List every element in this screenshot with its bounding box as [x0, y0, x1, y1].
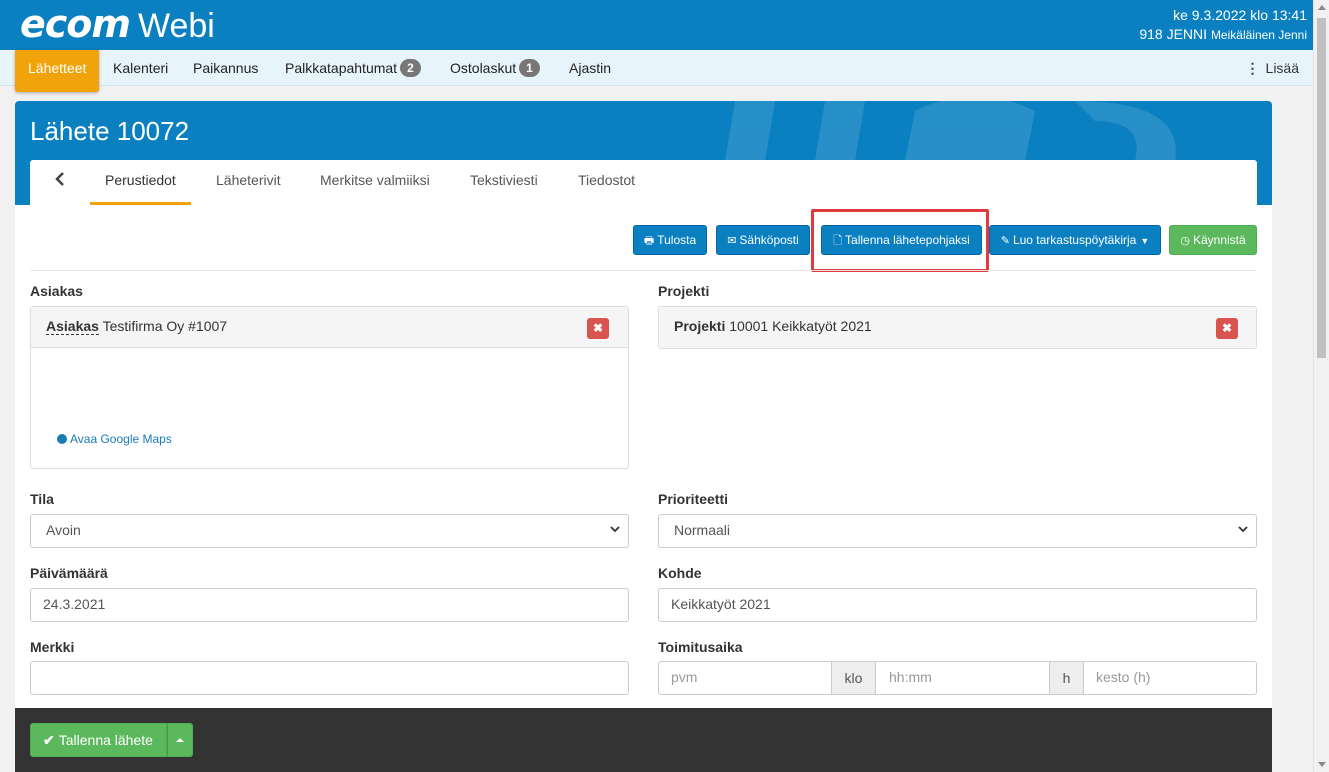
user-name: Meikäläinen Jenni [1210, 28, 1307, 42]
product-name: Webi [138, 7, 215, 45]
status-select[interactable]: Avoin [30, 514, 629, 548]
edit-icon: ✎ [1000, 235, 1010, 247]
nav-label: Ostolaskut [450, 60, 517, 76]
remove-customer-button[interactable]: ✖ [587, 318, 609, 339]
nav-item-palkkatapahtumat[interactable]: Palkkatapahtumat 2 [285, 50, 421, 86]
checkmark-icon: ✔ [43, 732, 55, 748]
nav-item-ostolaskut[interactable]: Ostolaskut 1 [450, 50, 540, 86]
tab-tekstiviesti[interactable]: Tekstiviesti [470, 160, 538, 205]
project-value: 10001 Keikkatyöt 2021 [729, 318, 872, 334]
project-key: Projekti [674, 318, 726, 334]
customer-section-label: Asiakas [30, 283, 83, 299]
scroll-down-arrow-icon[interactable] [1318, 762, 1326, 767]
date-label: Päivämäärä [30, 565, 108, 581]
globe-icon [57, 434, 67, 444]
print-button[interactable]: 🖶 Tulosta [633, 225, 707, 255]
email-button[interactable]: ✉ Sähköposti [716, 225, 810, 255]
kebab-icon: ⋮ [1245, 60, 1260, 76]
start-button[interactable]: ◷ Käynnistä [1169, 225, 1257, 255]
more-menu[interactable]: ⋮ Lisää [1246, 50, 1299, 86]
nav-item-kalenteri[interactable]: Kalenteri [113, 50, 168, 86]
count-badge: 2 [400, 59, 421, 77]
page-scrollbar[interactable] [1313, 0, 1329, 772]
delivery-label: Toimitusaika [658, 639, 743, 655]
nav-item-lahetteet[interactable]: Lähetteet [15, 50, 100, 92]
dispatch-panel: Lähete 10072 Perustiedot Läheterivit Mer… [15, 101, 1272, 772]
delivery-date-input[interactable]: pvm [658, 661, 832, 695]
scroll-thumb[interactable] [1317, 18, 1326, 358]
project-card: Projekti 10001 Keikkatyöt 2021 ✖ [658, 306, 1257, 349]
priority-value: Normaali [674, 522, 731, 538]
tab-laheterivit[interactable]: Läheterivit [216, 160, 281, 205]
chevron-down-icon [610, 526, 620, 533]
start-label: Käynnistä [1192, 233, 1246, 247]
divider [30, 270, 1257, 271]
delivery-time-input[interactable]: hh:mm [875, 661, 1050, 695]
more-label: Lisää [1265, 60, 1299, 76]
duration-input[interactable]: kesto (h) [1083, 661, 1257, 695]
nav-item-ajastin[interactable]: Ajastin [569, 50, 611, 86]
panel-header: Lähete 10072 Perustiedot Läheterivit Mer… [15, 101, 1272, 205]
watermark-graphic [725, 101, 1176, 161]
project-card-header: Projekti 10001 Keikkatyöt 2021 [659, 307, 1256, 348]
save-dispatch-label: Tallenna lähete [58, 732, 153, 748]
tab-merkitse-valmiiksi[interactable]: Merkitse valmiiksi [320, 160, 430, 205]
nav-item-paikannus[interactable]: Paikannus [193, 50, 258, 86]
scroll-up-arrow-icon[interactable] [1318, 5, 1326, 10]
mark-input[interactable] [30, 661, 629, 695]
chevron-left-icon[interactable] [52, 171, 68, 187]
highlight-frame [811, 209, 989, 272]
printer-icon: 🖶 [643, 235, 655, 247]
user-identity[interactable]: 918 JENNI Meikäläinen Jenni [1139, 25, 1307, 45]
tab-bar: Perustiedot Läheterivit Merkitse valmiik… [30, 160, 1257, 205]
tab-perustiedot[interactable]: Perustiedot [90, 160, 191, 205]
caret-down-icon: ▼ [1140, 236, 1150, 246]
save-dispatch-button[interactable]: ✔ Tallenna lähete [30, 723, 167, 757]
tab-tiedostot[interactable]: Tiedostot [578, 160, 635, 205]
customer-card: Asiakas Testifirma Oy #1007 ✖ Avaa Googl… [30, 306, 629, 469]
clock-icon: ◷ [1180, 235, 1190, 247]
footer-bar: ✔ Tallenna lähete [15, 708, 1272, 772]
customer-key[interactable]: Asiakas [46, 318, 99, 335]
priority-select[interactable]: Normaali [658, 514, 1257, 548]
page-title: Lähete 10072 [30, 116, 190, 146]
count-badge: 1 [519, 59, 540, 77]
user-info: ke 9.3.2022 klo 13:41 918 JENNI Meikäläi… [1139, 6, 1307, 45]
status-value: Avoin [46, 522, 81, 538]
remove-project-button[interactable]: ✖ [1216, 318, 1238, 339]
envelope-icon: ✉ [727, 235, 737, 247]
chevron-down-icon [1238, 526, 1248, 533]
klo-addon: klo [831, 661, 876, 695]
create-report-dropdown[interactable]: ✎ Luo tarkastuspöytäkirja ▼ [989, 225, 1161, 255]
target-input[interactable]: Keikkatyöt 2021 [658, 588, 1257, 622]
print-label: Tulosta [657, 233, 697, 247]
save-options-dropdown[interactable] [167, 723, 193, 757]
hours-addon: h [1049, 661, 1084, 695]
customer-value: Testifirma Oy #1007 [102, 318, 228, 334]
app-logo[interactable]: ecom Webi [20, 4, 215, 46]
priority-label: Prioriteetti [658, 491, 729, 507]
mark-label: Merkki [30, 639, 75, 655]
main-nav: Lähetteet Kalenteri Paikannus Palkkatapa… [0, 50, 1313, 92]
create-report-label: Luo tarkastuspöytäkirja [1012, 233, 1137, 247]
map-link-label: Avaa Google Maps [70, 432, 172, 446]
customer-card-header: Asiakas Testifirma Oy #1007 [31, 307, 628, 348]
date-input[interactable]: 24.3.2021 [30, 588, 629, 622]
project-section-label: Projekti [658, 283, 710, 299]
top-header: ecom Webi ke 9.3.2022 klo 13:41 918 JENNI… [0, 0, 1313, 50]
current-datetime: ke 9.3.2022 klo 13:41 [1173, 7, 1307, 23]
status-label: Tila [30, 491, 54, 507]
target-label: Kohde [658, 565, 702, 581]
brand-name: ecom [20, 2, 131, 46]
nav-label: Palkkatapahtumat [285, 60, 398, 76]
email-label: Sähköposti [739, 233, 799, 247]
google-maps-link[interactable]: Avaa Google Maps [57, 432, 172, 446]
user-id: 918 JENNI [1139, 26, 1208, 42]
